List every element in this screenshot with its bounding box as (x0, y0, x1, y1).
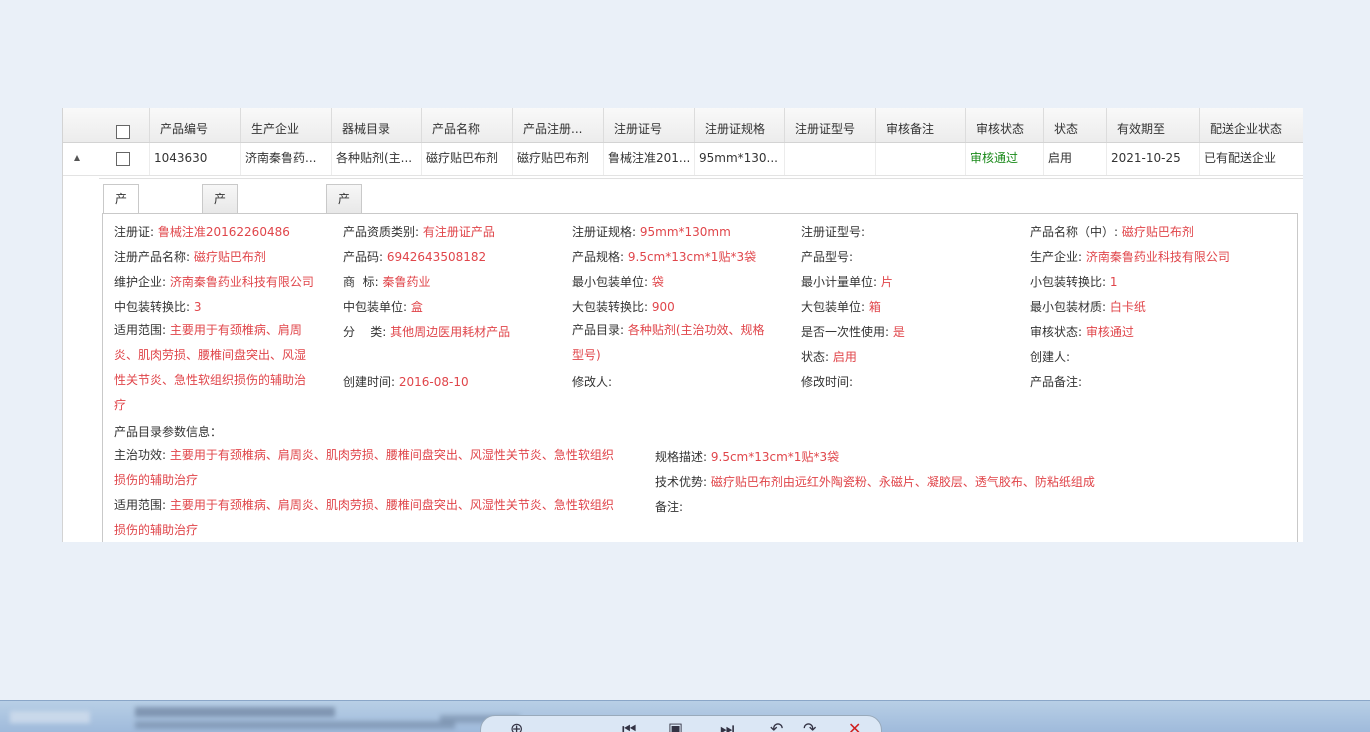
param-effect: 主治功效: 主要用于有颈椎病、肩周炎、肌肉劳损、腰椎间盘突出、风湿性关节炎、急性… (114, 448, 614, 487)
cell-product-name: 磁疗贴巴布剂 (421, 143, 512, 175)
tab-delivery-license[interactable]: 产品配送许可范围资质 (326, 184, 363, 467)
field-disposable: 是否一次性使用: 是 (801, 325, 905, 339)
tab-delivery-area[interactable]: 产品配送区域信息 (202, 184, 239, 409)
table-row[interactable]: 1043630 济南秦鲁药... 各种贴剂(主... 磁疗贴巴布剂 磁疗贴巴布剂… (63, 143, 1303, 176)
field-product-model: 产品型号: (801, 250, 854, 264)
col-status[interactable]: 状态 (1043, 108, 1106, 142)
field-product-code: 产品码: 6942643508182 (343, 250, 487, 264)
field-reg-model: 注册证型号: (801, 225, 866, 239)
rotate-right-icon[interactable]: ↷ (803, 719, 816, 732)
cell-reg-number: 鲁械注准201... (603, 143, 694, 175)
field-product-name-cn: 产品名称（中）: 磁疗贴巴布剂 (1030, 225, 1194, 239)
select-all-checkbox[interactable] (116, 125, 130, 139)
field-reg-product-name: 注册产品名称: 磁疗贴巴布剂 (114, 250, 266, 264)
field-large-pack-ratio: 大包装转换比: 900 (572, 300, 675, 314)
param-note: 备注: (655, 500, 684, 514)
col-reg-number[interactable]: 注册证号 (603, 108, 694, 142)
detail-panel: 注册证: 鲁械注准20162260486 产品资质类别: 有注册证产品 注册证规… (102, 213, 1298, 542)
field-brand: 商 标: 秦鲁药业 (343, 275, 431, 289)
field-review-status: 审核状态: 审核通过 (1030, 325, 1134, 339)
delete-icon[interactable]: ✕ (848, 719, 861, 732)
col-reg-model[interactable]: 注册证型号 (784, 108, 875, 142)
col-device-catalog[interactable]: 器械目录 (331, 108, 421, 142)
field-category: 分 类: 其他周边医用耗材产品 (343, 325, 511, 339)
field-mid-pack-unit: 中包装单位: 盒 (343, 300, 423, 314)
col-valid-until[interactable]: 有效期至 (1106, 108, 1199, 142)
params-title: 产品目录参数信息： (114, 425, 223, 439)
row-detail: 产品详细信息 产品配送区域信息 产品配送许可范围资质 注册证: 鲁械注准2016… (99, 178, 1303, 542)
cell-review-note (875, 143, 965, 175)
cell-review-status: 审核通过 (965, 143, 1043, 175)
product-grid: 产品编号 生产企业 器械目录 产品名称 产品注册... 注册证号 注册证规格 注… (62, 108, 1303, 542)
field-status: 状态: 启用 (801, 350, 857, 364)
cell-reg-spec: 95mm*130... (694, 143, 784, 175)
cell-delivery-status: 已有配送企业 (1199, 143, 1303, 175)
param-spec: 规格描述: 9.5cm*13cm*1贴*3袋 (655, 450, 840, 464)
rotate-left-icon[interactable]: ↶ (770, 719, 783, 732)
field-maintainer: 维护企业: 济南秦鲁药业科技有限公司 (114, 275, 314, 289)
field-modifier: 修改人: (572, 375, 613, 389)
field-catalog: 产品目录: 各种贴剂(主治功效、规格 型号) (572, 323, 765, 362)
field-product-spec: 产品规格: 9.5cm*13cm*1贴*3袋 (572, 250, 757, 264)
grid-header: 产品编号 生产企业 器械目录 产品名称 产品注册... 注册证号 注册证规格 注… (63, 108, 1303, 143)
cell-status: 启用 (1043, 143, 1106, 175)
collapse-row-icon[interactable] (74, 155, 80, 161)
tab-product-detail[interactable]: 产品详细信息 (103, 184, 140, 351)
col-review-note[interactable]: 审核备注 (875, 108, 965, 142)
param-tech: 技术优势: 磁疗贴巴布剂由远红外陶瓷粉、永磁片、凝胶层、透气胶布、防粘纸组成 (655, 475, 1095, 489)
field-reg-cert: 注册证: 鲁械注准20162260486 (114, 225, 290, 239)
col-product-code[interactable]: 产品编号 (149, 108, 240, 142)
field-qualification-type: 产品资质类别: 有注册证产品 (343, 225, 495, 239)
row-checkbox[interactable] (116, 152, 130, 166)
next-icon[interactable]: ⏭ (720, 719, 734, 732)
col-product-reg[interactable]: 产品注册... (512, 108, 603, 142)
taskbar-blurred-content (0, 705, 560, 729)
cell-device-catalog: 各种贴剂(主... (331, 143, 421, 175)
field-creator: 创建人: (1030, 350, 1071, 364)
slideshow-icon[interactable]: ▣ (668, 719, 683, 732)
field-modified-time: 修改时间: (801, 375, 854, 389)
cell-manufacturer: 济南秦鲁药... (240, 143, 331, 175)
field-small-pack-ratio: 小包装转换比: 1 (1030, 275, 1118, 289)
col-review-status[interactable]: 审核状态 (965, 108, 1043, 142)
field-large-pack-unit: 大包装单位: 箱 (801, 300, 881, 314)
cell-reg-model (784, 143, 875, 175)
cell-valid-until: 2021-10-25 (1106, 143, 1199, 175)
field-scope: 适用范围: 主要用于有颈椎病、肩周 炎、肌肉劳损、腰椎间盘突出、风湿 性关节炎、… (114, 323, 307, 412)
previous-icon[interactable]: ⏮ (622, 719, 636, 732)
taskbar: ⊕ ⏮ ▣ ⏭ ↶ ↷ ✕ (0, 700, 1370, 732)
cell-product-reg: 磁疗贴巴布剂 (512, 143, 603, 175)
field-product-note: 产品备注: (1030, 375, 1083, 389)
field-min-measure-unit: 最小计量单位: 片 (801, 275, 893, 289)
field-reg-spec: 注册证规格: 95mm*130mm (572, 225, 731, 239)
field-created-time: 创建时间: 2016-08-10 (343, 375, 469, 389)
field-min-pack-material: 最小包装材质: 白卡纸 (1030, 300, 1146, 314)
field-min-pack-unit: 最小包装单位: 袋 (572, 275, 664, 289)
col-manufacturer[interactable]: 生产企业 (240, 108, 331, 142)
col-delivery-status[interactable]: 配送企业状态 (1199, 108, 1303, 142)
col-reg-spec[interactable]: 注册证规格 (694, 108, 784, 142)
zoom-icon[interactable]: ⊕ (510, 719, 523, 732)
field-manufacturer: 生产企业: 济南秦鲁药业科技有限公司 (1030, 250, 1230, 264)
col-product-name[interactable]: 产品名称 (421, 108, 512, 142)
cell-product-code: 1043630 (149, 143, 240, 175)
field-mid-pack-ratio: 中包装转换比: 3 (114, 300, 202, 314)
param-scope: 适用范围: 主要用于有颈椎病、肩周炎、肌肉劳损、腰椎间盘突出、风湿性关节炎、急性… (114, 498, 614, 537)
